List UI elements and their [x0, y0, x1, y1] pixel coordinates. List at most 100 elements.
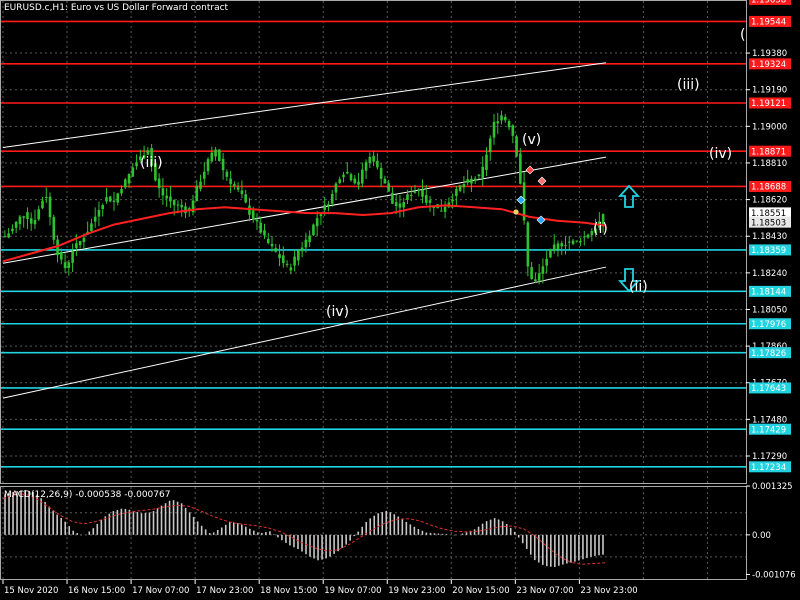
- bar-body-145: [549, 248, 552, 258]
- bar-body-84: [319, 214, 323, 216]
- x-tick-label-9: 23 Nov 23:00: [580, 586, 637, 596]
- bar-body-10: [41, 200, 44, 209]
- resistance-tag-6: 1.18688: [751, 183, 786, 193]
- bar-body-91: [345, 171, 349, 174]
- x-tick-label-7: 20 Nov 15:00: [452, 586, 509, 596]
- bar-body-34: [131, 167, 135, 177]
- bar-body-119: [451, 199, 454, 202]
- bar-body-143: [541, 266, 545, 274]
- bar-body-107: [406, 194, 409, 200]
- x-tick-label-3: 17 Nov 23:00: [196, 586, 253, 596]
- support-tag-5: 1.17429: [751, 425, 786, 435]
- bar-body-154: [583, 236, 586, 238]
- bar-body-1: [7, 233, 10, 238]
- bar-body-104: [394, 202, 398, 207]
- y-tick-label-0: 1.19380: [752, 49, 787, 59]
- bar-body-57: [218, 149, 221, 161]
- bar-body-71: [270, 243, 274, 247]
- bar-body-25: [97, 210, 101, 217]
- wave-label-iv-right: (iv): [709, 146, 732, 162]
- resistance-tag-4: 1.19121: [751, 99, 786, 109]
- bar-body-109: [413, 191, 417, 193]
- bar-body-61: [233, 184, 236, 186]
- bar-body-116: [440, 210, 443, 212]
- bar-body-17: [67, 262, 71, 268]
- bar-body-31: [120, 189, 123, 194]
- bar-body-108: [409, 194, 413, 196]
- bar-body-15: [60, 251, 63, 260]
- bar-body-43: [165, 195, 168, 199]
- bar-body-8: [33, 219, 37, 225]
- resistance-tag-2: 1.19544: [751, 18, 786, 28]
- support-tag-3: 1.17826: [751, 349, 786, 359]
- bar-body-134: [507, 121, 511, 128]
- bar-body-33: [127, 174, 131, 184]
- bar-body-148: [560, 243, 564, 247]
- bar-body-130: [492, 121, 496, 138]
- y-tick-label-5: 1.18430: [752, 232, 787, 242]
- bar-body-128: [485, 154, 488, 171]
- bar-body-82: [312, 224, 315, 236]
- wave-label-iii-left: (iii): [140, 155, 163, 171]
- bar-body-141: [534, 279, 537, 282]
- wave-label-ii: (ii): [629, 279, 648, 295]
- bar-body-105: [398, 203, 402, 208]
- bar-body-86: [327, 204, 330, 206]
- bar-body-46: [176, 204, 180, 206]
- bar-body-80: [304, 239, 308, 248]
- bar-body-47: [180, 204, 184, 208]
- x-tick-label-8: 23 Nov 07:00: [516, 586, 573, 596]
- bar-body-106: [402, 202, 406, 208]
- bar-body-55: [210, 152, 214, 162]
- bar-body-2: [11, 228, 14, 232]
- bar-body-77: [293, 256, 296, 266]
- bar-body-97: [368, 156, 372, 164]
- wave-label-v: (v): [522, 132, 541, 148]
- bar-body-65: [248, 205, 251, 215]
- bar-body-112: [424, 195, 428, 203]
- bar-body-67: [255, 219, 259, 222]
- bar-body-70: [266, 238, 270, 244]
- bar-body-42: [161, 188, 165, 196]
- bar-body-147: [556, 243, 560, 250]
- trading-chart[interactable]: (iii) (iv) (v) (i) (ii) (iii) (iv) ( 1.1…: [0, 0, 800, 600]
- marker-1: [513, 209, 519, 215]
- bar-body-75: [285, 263, 289, 265]
- bar-body-99: [376, 160, 379, 168]
- bar-body-9: [37, 209, 41, 220]
- bar-body-137: [519, 153, 522, 184]
- bar-body-27: [105, 197, 108, 202]
- bar-body-28: [108, 196, 112, 202]
- bar-body-19: [75, 243, 78, 249]
- bar-body-69: [263, 230, 266, 236]
- bar-body-79: [300, 247, 304, 252]
- bar-body-41: [157, 178, 161, 189]
- wave-label-iv-left: (iv): [326, 304, 349, 320]
- bar-body-88: [334, 183, 338, 193]
- bar-body-74: [282, 255, 285, 264]
- bar-body-23: [90, 223, 93, 231]
- resistance-tag-3: 1.19324: [751, 60, 786, 70]
- bar-body-94: [357, 181, 360, 185]
- bar-body-129: [488, 138, 492, 153]
- bar-body-66: [251, 210, 255, 220]
- bar-body-35: [135, 162, 138, 167]
- bar-body-121: [458, 185, 462, 191]
- bar-body-117: [443, 206, 447, 212]
- bar-body-60: [229, 178, 232, 185]
- bar-body-20: [78, 241, 82, 246]
- bar-body-140: [530, 267, 533, 279]
- y-tick-label-2: 1.19000: [752, 122, 787, 132]
- bar-body-11: [44, 196, 48, 198]
- bar-body-132: [500, 115, 503, 121]
- bar-body-123: [466, 179, 469, 183]
- bar-body-124: [470, 178, 473, 184]
- bar-body-63: [240, 190, 244, 195]
- resistance-tag-0: 1.19658: [751, 0, 786, 6]
- bar-body-76: [289, 267, 293, 271]
- bar-body-133: [503, 116, 507, 121]
- bar-body-16: [63, 262, 67, 268]
- bar-body-52: [199, 181, 202, 189]
- bar-body-3: [14, 221, 18, 228]
- bar-body-72: [274, 248, 278, 252]
